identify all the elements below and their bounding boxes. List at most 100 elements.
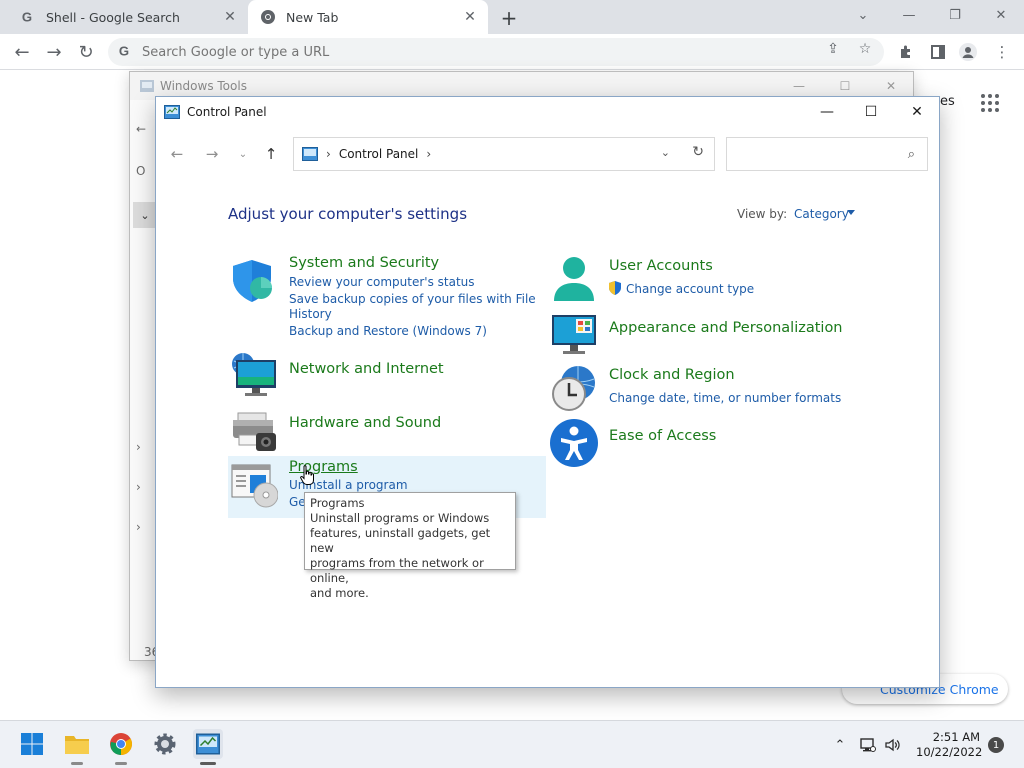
svg-text:G: G	[119, 44, 129, 58]
uac-shield-icon	[608, 281, 622, 295]
chevron-right-icon[interactable]: ›	[136, 440, 141, 454]
reload-icon[interactable]: ↻	[74, 40, 98, 64]
user-accounts-person-icon[interactable]	[550, 255, 598, 303]
forward-arrow-icon[interactable]: →	[201, 143, 223, 165]
maximize-icon[interactable]: ☐	[854, 101, 888, 123]
settings-gear-icon[interactable]	[150, 729, 180, 759]
back-arrow-icon[interactable]: ←	[136, 122, 146, 136]
svg-text:G: G	[22, 10, 32, 24]
running-indicator	[71, 762, 83, 765]
images-link[interactable]: es	[940, 94, 955, 109]
close-window-icon[interactable]: ✕	[984, 4, 1018, 26]
forward-arrow-icon[interactable]: →	[42, 40, 66, 64]
page-title: Adjust your computer's settings	[228, 205, 468, 223]
category-hardware-and-sound[interactable]: Hardware and Sound	[289, 415, 441, 431]
link-change-account-type[interactable]: Change account type	[626, 282, 754, 296]
chevron-down-icon[interactable]: ⌄	[133, 202, 157, 228]
back-arrow-icon[interactable]: ←	[10, 40, 34, 64]
volume-icon[interactable]	[884, 737, 902, 753]
chevron-up-icon[interactable]: ⌃	[831, 737, 849, 753]
running-indicator	[200, 762, 216, 765]
view-by-dropdown[interactable]: Category	[794, 207, 849, 221]
tab-title: New Tab	[286, 9, 339, 25]
close-icon[interactable]: ✕	[222, 9, 238, 25]
ease-of-access-icon[interactable]	[550, 419, 598, 467]
omnibox-input[interactable]	[142, 44, 782, 60]
chrome-tab-bar: G Shell - Google Search ✕ New Tab ✕ + ⌄ …	[0, 0, 1024, 34]
search-box[interactable]: ⌕	[726, 137, 928, 171]
omnibox[interactable]: G	[108, 38, 884, 66]
network-monitor-icon[interactable]	[859, 737, 877, 753]
search-input[interactable]	[727, 138, 897, 168]
up-arrow-icon[interactable]: ↑	[260, 143, 282, 165]
control-panel-window: Control Panel — ☐ ✕ ← → ⌄ ↑ › Control Pa…	[155, 96, 940, 688]
category-clock-and-region[interactable]: Clock and Region	[609, 367, 735, 383]
category-system-and-security[interactable]: System and Security	[289, 255, 439, 271]
minimize-icon[interactable]: —	[810, 101, 844, 123]
close-icon[interactable]: ✕	[462, 9, 478, 25]
minimize-icon[interactable]: —	[892, 4, 926, 26]
system-clock[interactable]: 2:51 AM 10/22/2022	[916, 730, 983, 760]
clock-time: 2:51 AM	[932, 730, 980, 744]
control-panel-icon	[302, 147, 318, 161]
control-panel-icon	[164, 105, 180, 119]
hand-pointer-cursor-icon	[300, 465, 314, 485]
file-explorer-icon[interactable]	[62, 729, 92, 765]
windows-tools-icon	[140, 80, 154, 92]
tab-shell-google-search[interactable]: G Shell - Google Search ✕	[8, 0, 248, 34]
programs-disc-icon[interactable]	[230, 461, 279, 509]
breadcrumb-separator-icon[interactable]: ›	[426, 147, 431, 161]
clock-globe-icon[interactable]	[550, 365, 598, 413]
recent-locations-chevron-icon[interactable]: ⌄	[232, 143, 254, 165]
maximize-icon[interactable]: ☐	[830, 76, 860, 96]
system-security-shield-icon[interactable]	[230, 257, 278, 305]
side-panel-icon[interactable]	[928, 42, 948, 62]
category-appearance-and-personalization[interactable]: Appearance and Personalization	[609, 320, 843, 336]
windows-tools-nav-pane: ← O ⌄ › › › 36	[130, 100, 159, 660]
breadcrumb-separator-icon[interactable]: ›	[326, 147, 331, 161]
new-tab-button[interactable]: +	[498, 6, 520, 30]
chrome-icon[interactable]	[106, 729, 136, 765]
control-panel-title: Control Panel	[187, 105, 267, 119]
restore-icon[interactable]: ❐	[938, 4, 972, 26]
profile-avatar-icon[interactable]	[958, 42, 978, 62]
control-panel-icon[interactable]	[193, 729, 223, 765]
category-network-and-internet[interactable]: Network and Internet	[289, 361, 444, 377]
link-file-history[interactable]: Save backup copies of your files with Fi…	[289, 292, 536, 306]
close-icon[interactable]: ✕	[876, 76, 906, 96]
running-indicator	[115, 762, 127, 765]
notification-badge[interactable]: 1	[988, 737, 1004, 753]
network-globe-monitor-icon[interactable]	[230, 351, 278, 399]
tooltip-line: Uninstall programs or Windows	[310, 511, 490, 525]
link-review-status[interactable]: Review your computer's status	[289, 275, 475, 289]
share-icon[interactable]: ⇪	[824, 40, 842, 58]
link-change-date-time[interactable]: Change date, time, or number formats	[609, 391, 841, 405]
link-file-history-cont[interactable]: History	[289, 307, 332, 321]
refresh-icon[interactable]: ↻	[692, 144, 704, 160]
breadcrumb-control-panel[interactable]: Control Panel	[339, 147, 419, 161]
windows-start-icon[interactable]	[17, 729, 47, 759]
address-dropdown-chevron-icon[interactable]: ⌄	[661, 146, 670, 159]
tab-new-tab[interactable]: New Tab ✕	[248, 0, 488, 34]
appearance-monitor-icon[interactable]	[550, 311, 598, 359]
more-menu-icon[interactable]: ⋮	[992, 42, 1012, 62]
star-bookmark-icon[interactable]: ☆	[856, 40, 874, 58]
tooltip-line: features, uninstall gadgets, get new	[310, 526, 491, 555]
category-user-accounts[interactable]: User Accounts	[609, 258, 713, 274]
tab-search-chevron-icon[interactable]: ⌄	[846, 4, 880, 26]
link-backup-restore[interactable]: Backup and Restore (Windows 7)	[289, 324, 487, 338]
tooltip-line: and more.	[310, 586, 369, 600]
extensions-puzzle-icon[interactable]	[896, 42, 916, 62]
printer-camera-icon[interactable]	[230, 409, 278, 457]
chevron-right-icon[interactable]: ›	[136, 480, 141, 494]
minimize-icon[interactable]: —	[784, 76, 814, 96]
back-arrow-icon[interactable]: ←	[166, 143, 188, 165]
close-icon[interactable]: ✕	[900, 101, 934, 123]
google-apps-icon[interactable]	[981, 94, 999, 112]
search-icon[interactable]: ⌕	[908, 147, 915, 162]
address-bar[interactable]: › Control Panel › ⌄ ↻	[293, 137, 715, 171]
clock-date: 10/22/2022	[916, 745, 983, 759]
caret-down-icon[interactable]	[847, 210, 855, 215]
category-ease-of-access[interactable]: Ease of Access	[609, 428, 716, 444]
chevron-right-icon[interactable]: ›	[136, 520, 141, 534]
